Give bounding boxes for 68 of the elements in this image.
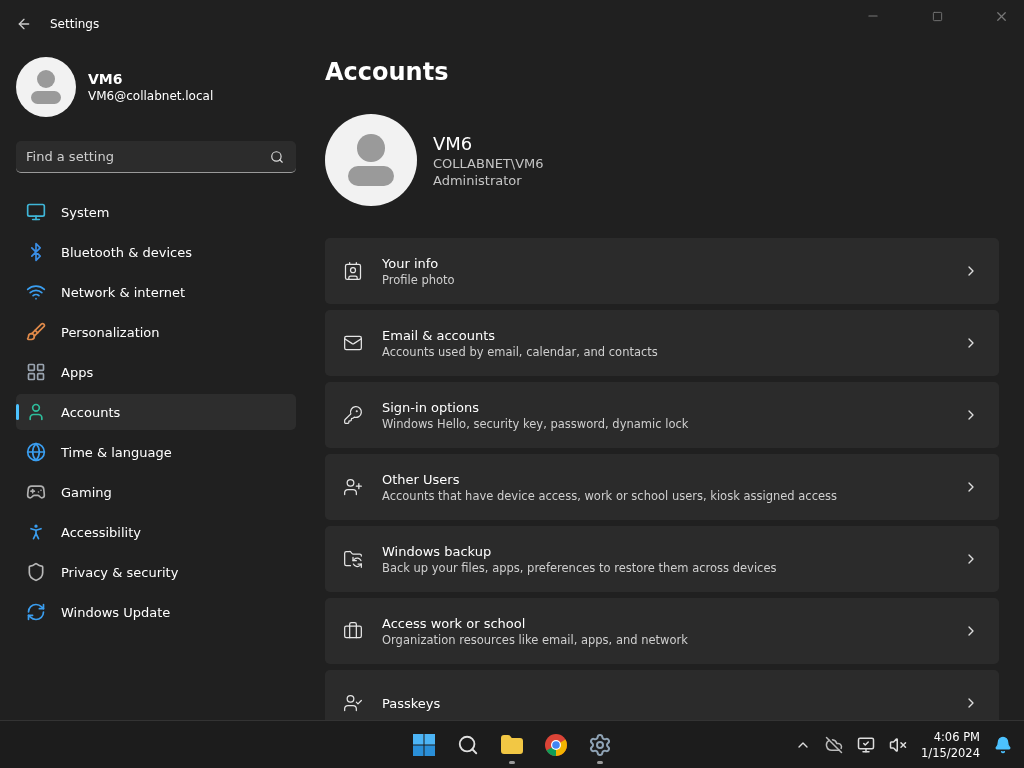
sidebar-item[interactable]: Privacy & security	[16, 554, 296, 590]
start-icon	[413, 733, 435, 756]
brush-icon	[26, 322, 46, 342]
sidebar-item[interactable]: Accessibility	[16, 514, 296, 550]
mute-icon[interactable]	[889, 735, 908, 754]
sidebar-item[interactable]: Personalization	[16, 314, 296, 350]
sidebar-item[interactable]: Apps	[16, 354, 296, 390]
card-title: Other Users	[382, 471, 461, 487]
sidebar-item[interactable]: System	[16, 194, 296, 230]
gear-icon	[588, 732, 612, 757]
user-name: VM6	[88, 71, 124, 87]
sidebar-item[interactable]: Time & language	[16, 434, 296, 470]
sidebar-item[interactable]: Network & internet	[16, 274, 296, 310]
back-icon[interactable]	[16, 16, 32, 32]
window-title: Settings	[50, 17, 101, 31]
card-subtitle: Accounts used by email, calendar, and contacts	[382, 344, 659, 359]
monitor-icon	[26, 202, 46, 222]
card-title: Your info	[382, 255, 440, 271]
apps-icon	[26, 362, 46, 382]
chrome-icon	[544, 732, 568, 757]
account-domain: COLLABNET\VM6	[433, 155, 544, 171]
card-subtitle: Profile photo	[382, 272, 456, 287]
card-subtitle: Accounts that have device access, work or school users, kiosk assigned access	[382, 488, 839, 503]
card-title: Access work or school	[382, 615, 527, 631]
person-icon	[26, 402, 46, 422]
network-icon[interactable]	[857, 735, 876, 754]
add-user-icon	[343, 477, 363, 497]
card-title: Passkeys	[382, 695, 442, 711]
gamepad-icon	[26, 482, 46, 502]
search-field[interactable]: Find a setting	[16, 141, 296, 173]
briefcase-icon	[343, 621, 363, 641]
bell-icon[interactable]	[994, 735, 1012, 754]
contact-icon	[343, 261, 363, 281]
maximize-icon[interactable]	[931, 10, 943, 22]
folder-icon	[500, 732, 524, 757]
settings-card[interactable]: Email & accounts Accounts used by email, calendar, and contacts	[325, 310, 999, 376]
card-title: Sign-in options	[382, 399, 480, 415]
sidebar-item[interactable]: Gaming	[16, 474, 296, 510]
card-subtitle: Windows Hello, security key, password, dynamic lock	[382, 416, 690, 431]
sidebar-item[interactable]: Accounts	[16, 394, 296, 430]
globe-icon	[26, 442, 46, 462]
settings-card[interactable]: Access work or school Organization resources like email, apps, and network	[325, 598, 999, 664]
cloud-off-icon[interactable]	[825, 735, 844, 754]
avatar	[16, 57, 76, 117]
key-icon	[343, 405, 363, 425]
clock[interactable]: 4:06 PM 1/15/2024	[921, 729, 980, 760]
shield-icon	[26, 562, 46, 582]
settings-card[interactable]: Passkeys	[325, 670, 999, 720]
settings-card[interactable]: Your info Profile photo	[325, 238, 999, 304]
user-email: VM6@collabnet.local	[88, 89, 214, 103]
account-name: VM6	[433, 132, 474, 154]
update-icon	[26, 602, 46, 622]
sidebar-item[interactable]: Windows Update	[16, 594, 296, 630]
settings-card[interactable]: Windows backup Back up your files, apps, preferences to restore them across devices	[325, 526, 999, 592]
account-role: Administrator	[433, 172, 523, 188]
mail-icon	[343, 333, 363, 353]
card-title: Windows backup	[382, 543, 493, 559]
search-icon	[270, 150, 284, 164]
card-title: Email & accounts	[382, 327, 497, 343]
search-icon	[457, 733, 479, 756]
page-title: Accounts	[325, 58, 450, 86]
settings-card[interactable]: Sign-in options Windows Hello, security key, password, dynamic lock	[325, 382, 999, 448]
wifi-icon	[26, 282, 46, 302]
settings-card[interactable]: Other Users Accounts that have device access, work or school users, kiosk assigned access	[325, 454, 999, 520]
sidebar-item[interactable]: Bluetooth & devices	[16, 234, 296, 270]
card-subtitle: Back up your files, apps, preferences to restore them across devices	[382, 560, 778, 575]
card-subtitle: Organization resources like email, apps, and network	[382, 632, 689, 647]
backup-icon	[343, 549, 363, 569]
